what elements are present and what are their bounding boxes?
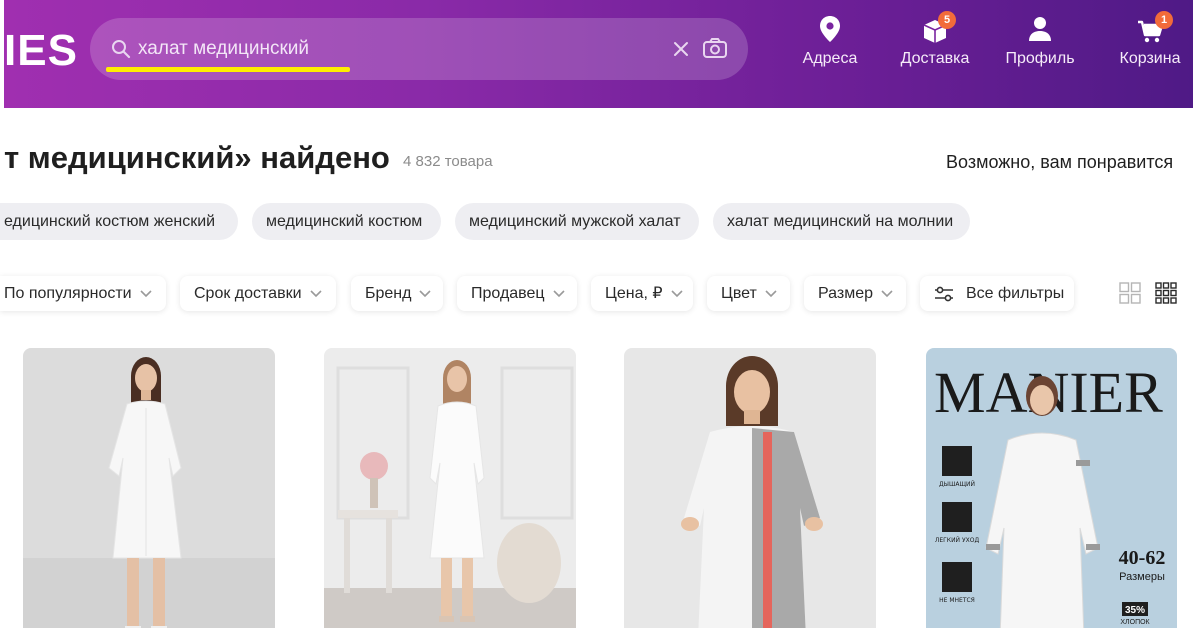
clear-search-icon[interactable] [670,38,692,60]
chevron-down-icon [419,290,432,297]
cart-badge: 1 [1155,11,1173,29]
suggestion-chip[interactable]: медицинский костюм [252,203,441,240]
nav-delivery-label: Доставка [900,50,970,67]
user-icon [1029,17,1051,41]
grid-large-icon[interactable] [1119,282,1141,304]
filter-label: Размер [818,285,873,302]
filter-price[interactable]: Цена, ₽ [591,276,693,311]
product-image[interactable] [324,348,576,628]
recommendations-link[interactable]: Возможно, вам понравится [946,152,1173,173]
logo[interactable]: IES [4,26,78,76]
product-card[interactable] [624,348,876,628]
results-title: т медицинский» найдено [4,140,390,175]
grid-small-icon[interactable] [1155,282,1177,304]
nav-cart[interactable]: 1 Корзина [1110,11,1190,68]
product-card[interactable] [23,348,275,628]
promo-cotton-pct: 35% [1125,605,1145,616]
nav-addresses-label: Адреса [802,50,858,67]
filter-label: По популярности [4,285,132,302]
nav-delivery[interactable]: 5 Доставка [895,11,975,68]
chevron-down-icon [765,290,777,297]
filter-size[interactable]: Размер [804,276,906,311]
product-image[interactable] [23,348,275,628]
filter-label: Цена, ₽ [605,285,663,302]
filter-seller[interactable]: Продавец [457,276,577,311]
filter-label: Продавец [471,285,545,302]
product-card[interactable]: MANIER ДЫШАЩИЙ ЛЕГКИЙ УХОД НЕ МНЕТСЯ 40-… [926,348,1177,628]
filter-label: Бренд [365,285,412,302]
delivery-badge: 5 [938,11,956,29]
search-input[interactable] [138,34,658,64]
chevron-down-icon [881,290,893,297]
promo-feature-text: ЛЕГКИЙ УХОД [935,537,980,544]
camera-search-icon[interactable] [702,36,728,60]
all-filters-label: Все фильтры [966,285,1065,302]
all-filters-button[interactable]: Все фильтры [920,276,1074,311]
product-card[interactable] [324,348,576,628]
filter-label: Цвет [721,285,757,302]
location-pin-icon [820,16,840,42]
filter-color[interactable]: Цвет [707,276,790,311]
nav-cart-label: Корзина [1119,50,1181,67]
chevron-down-icon [140,290,152,297]
sliders-icon [935,286,953,302]
top-header: IES Адреса 5 Доставка [4,0,1193,108]
product-image[interactable] [624,348,876,628]
promo-cotton-label: ХЛОПОК [1120,619,1150,626]
chevron-down-icon [670,290,683,297]
results-count: 4 832 товара [403,153,493,170]
search-highlight-underline [106,67,350,72]
product-image[interactable]: MANIER ДЫШАЩИЙ ЛЕГКИЙ УХОД НЕ МНЕТСЯ 40-… [926,348,1177,628]
promo-sizes: 40-62 [1119,547,1166,569]
chevron-down-icon [552,290,565,297]
promo-feature-text: НЕ МНЕТСЯ [939,597,975,604]
nav-addresses[interactable]: Адреса [800,14,860,68]
suggestion-chip[interactable]: халат медицинский на молнии [713,203,970,240]
filter-sort[interactable]: По популярности [0,276,166,311]
search-icon[interactable] [111,39,131,59]
suggestion-chip[interactable]: едицинский костюм женский [0,203,238,240]
nav-profile[interactable]: Профиль [1004,14,1076,68]
filter-label: Срок доставки [194,285,302,302]
suggestion-chip[interactable]: медицинский мужской халат [455,203,699,240]
filter-delivery-time[interactable]: Срок доставки [180,276,336,311]
promo-feature-text: ДЫШАЩИЙ [939,481,975,488]
filter-brand[interactable]: Бренд [351,276,443,311]
chevron-down-icon [309,290,322,297]
promo-sizes-label: Размеры [1119,571,1165,583]
nav-profile-label: Профиль [1005,50,1075,67]
